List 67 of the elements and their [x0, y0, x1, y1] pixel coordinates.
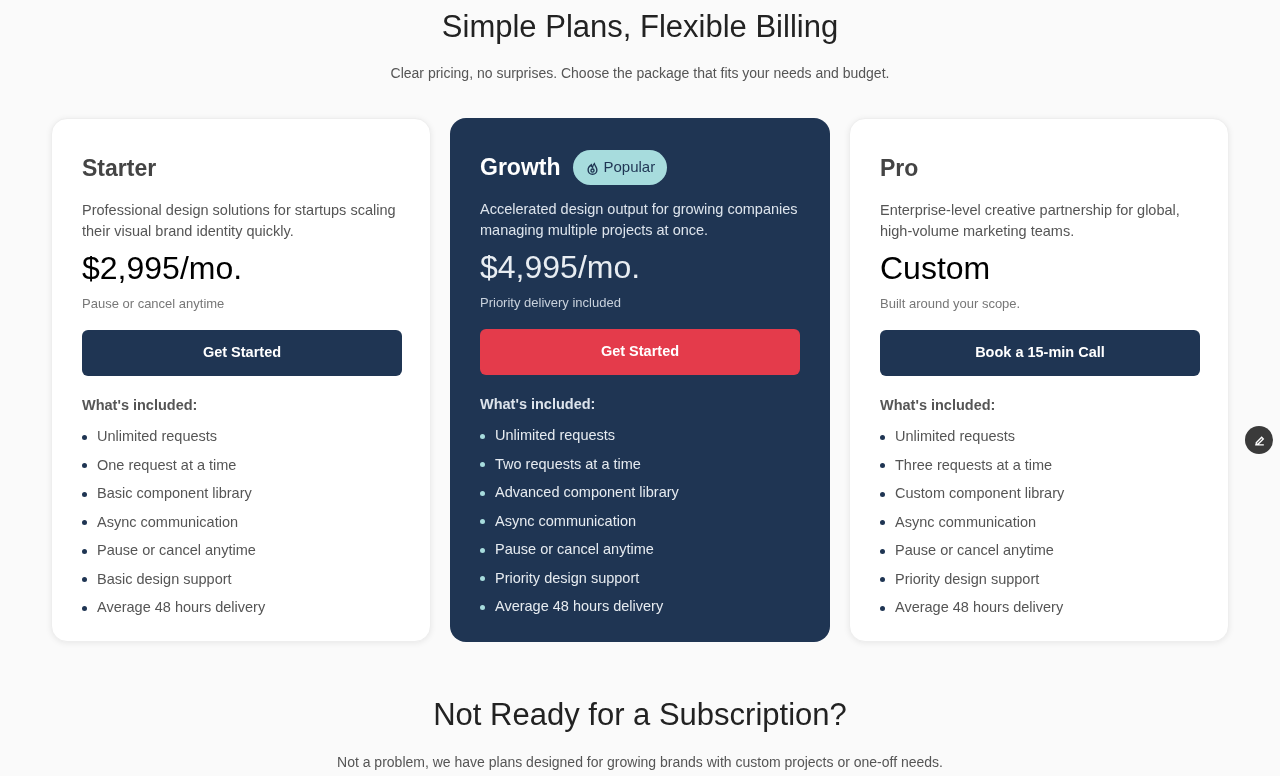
bullet-icon [82, 577, 87, 582]
bullet-icon [880, 520, 885, 525]
plan-button[interactable]: Get Started [82, 330, 402, 376]
plan-price: $4,995/mo. [480, 247, 642, 287]
bullet-icon [82, 434, 87, 440]
feature-text: Basic design support [97, 569, 232, 589]
feature-text: Unlimited requests [895, 427, 1016, 447]
bullet-icon [82, 491, 87, 497]
feature-text: Unlimited requests [97, 427, 218, 447]
plan-name: Starter [82, 154, 157, 184]
plan-button[interactable]: Book a 15-min Call [880, 330, 1200, 376]
bullet-icon [480, 462, 485, 467]
plan-name: Growth [480, 153, 561, 183]
page-subtitle: Clear pricing, no surprises. Choose the package that fits your needs and budget. [390, 63, 890, 83]
bullet-icon [480, 433, 485, 439]
feature-text: Priority design support [895, 569, 1040, 589]
feature-text: Pause or cancel anytime [495, 540, 654, 560]
feature-text: Basic component library [97, 484, 252, 504]
page-title: Simple Plans, Flexible Billing [441, 8, 839, 46]
feature-text: Async communication [495, 511, 637, 531]
plan-note: Pause or cancel anytime [82, 294, 226, 313]
bullet-icon [880, 463, 885, 468]
bullet-icon [82, 605, 87, 611]
plan-name: Pro [880, 154, 919, 184]
included-heading: What's included: [82, 396, 199, 415]
feature-text: Average 48 hours delivery [895, 598, 1064, 618]
feature-text: Average 48 hours delivery [495, 597, 664, 617]
plan-description: Enterprise-level creative partnership for global, high-volume marketing teams. [880, 200, 1181, 241]
plan-price: $2,995/mo. [82, 248, 244, 288]
bullet-icon [480, 576, 485, 581]
feature-text: Two requests at a time [495, 454, 641, 474]
plan-note: Built around your scope. [880, 294, 1022, 313]
feature-text: Advanced component library [495, 483, 679, 503]
edit-button[interactable] [1245, 426, 1273, 454]
included-heading: What's included: [480, 395, 597, 414]
feature-text: Pause or cancel anytime [97, 541, 256, 561]
section-subtitle: Not a problem, we have plans designed for growing brands with custom projects or one-off needs. [337, 753, 943, 772]
feature-text: One request at a time [97, 455, 237, 475]
plan-description: Accelerated design output for growing companies managing multiple projects at once. [480, 199, 799, 240]
feature-text: Three requests at a time [895, 455, 1053, 475]
bullet-icon [82, 520, 87, 525]
feature-text: Async communication [895, 512, 1037, 532]
section-title: Not Ready for a Subscription? [433, 695, 847, 734]
plan-description: Professional design solutions for startups scaling their visual brand identity quickly. [82, 200, 397, 241]
bullet-icon [880, 548, 885, 554]
feature-text: Priority design support [495, 568, 640, 588]
plan-price: Custom [880, 248, 992, 288]
bullet-icon [880, 491, 885, 497]
bullet-icon [480, 490, 485, 496]
bullet-icon [880, 577, 885, 582]
feature-text: Custom component library [895, 484, 1065, 504]
pencil-icon [1252, 433, 1266, 447]
feature-text: Average 48 hours delivery [97, 598, 266, 618]
bullet-icon [480, 604, 485, 610]
popular-badge: Popular [572, 150, 668, 185]
plan-button[interactable]: Get Started [480, 329, 800, 375]
plan-note: Priority delivery included [480, 293, 622, 312]
bullet-icon [82, 548, 87, 554]
included-heading: What's included: [880, 396, 997, 415]
bullet-icon [480, 547, 485, 553]
bullet-icon [480, 519, 485, 524]
bullet-icon [82, 463, 87, 468]
bullet-icon [880, 605, 885, 611]
feature-text: Async communication [97, 512, 239, 532]
bullet-icon [880, 434, 885, 440]
feature-text: Pause or cancel anytime [895, 541, 1054, 561]
feature-text: Unlimited requests [495, 426, 616, 446]
